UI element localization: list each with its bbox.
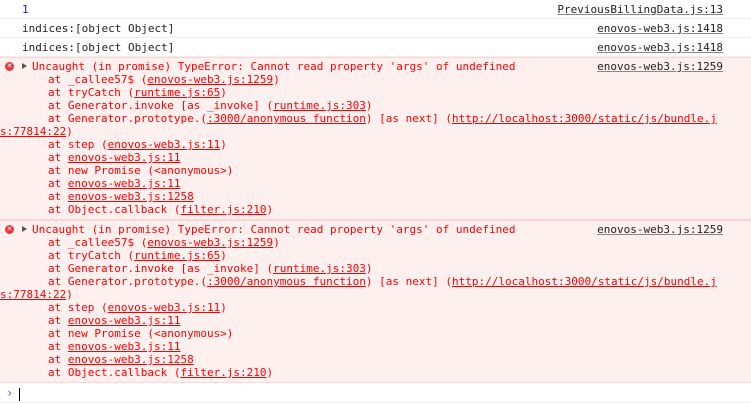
console-log-row: 1 PreviousBillingData.js:13	[0, 0, 751, 19]
stack-frame: at Object.callback (filter.js:210)	[48, 366, 274, 379]
stack-frame: at new Promise (<anonymous>)	[48, 164, 234, 177]
log-message: indices:[object Object]	[22, 22, 175, 35]
stack-frame: at new Promise (<anonymous>)	[48, 327, 234, 340]
stack-frame-link[interactable]: enovos-web3.js:11	[68, 151, 181, 164]
stack-frame-link[interactable]: s:77814:22	[0, 288, 66, 301]
prompt-chevron-icon: ›	[6, 386, 14, 400]
stack-frame: at Object.callback (filter.js:210)	[48, 203, 274, 216]
console-log-row: indices:[object Object] enovos-web3.js:1…	[0, 38, 751, 57]
stack-frame: at Generator.invoke [as _invoke] (runtim…	[48, 262, 373, 275]
stack-frame-link[interactable]: runtime.js:65	[134, 86, 220, 99]
error-icon: ✕	[5, 62, 14, 71]
stack-frame-link[interactable]: enovos-web3.js:1259	[147, 73, 273, 86]
expand-caret-icon[interactable]	[22, 226, 27, 232]
console-error-row: ✕ Uncaught (in promise) TypeError: Canno…	[0, 57, 751, 220]
stack-frame-link[interactable]: s:77814:22	[0, 125, 66, 138]
stack-frame-link[interactable]: enovos-web3.js:11	[68, 314, 181, 327]
console-error-row: ✕ Uncaught (in promise) TypeError: Canno…	[0, 220, 751, 383]
stack-frame-link[interactable]: enovos-web3.js:11	[108, 301, 221, 314]
source-link[interactable]: enovos-web3.js:1418	[597, 41, 723, 54]
source-link[interactable]: PreviousBillingData.js:13	[557, 3, 723, 16]
stack-frame: at enovos-web3.js:11	[48, 340, 181, 353]
stack-frame-link[interactable]: :3000/anonymous function	[207, 275, 366, 288]
log-message: 1	[22, 3, 29, 16]
stack-frame: at _callee57$ (enovos-web3.js:1259)	[48, 73, 280, 86]
stack-frame-link[interactable]: runtime.js:303	[273, 262, 366, 275]
log-message: indices:[object Object]	[22, 41, 175, 54]
stack-frame: at enovos-web3.js:11	[48, 314, 181, 327]
text-cursor	[19, 387, 21, 401]
stack-frame: at enovos-web3.js:11	[48, 151, 181, 164]
expand-caret-icon[interactable]	[22, 63, 27, 69]
stack-frame-link[interactable]: enovos-web3.js:11	[68, 177, 181, 190]
stack-frame-link[interactable]: runtime.js:65	[134, 249, 220, 262]
stack-frame-continuation: s:77814:22)	[0, 125, 73, 138]
stack-frame: at Generator.invoke [as _invoke] (runtim…	[48, 99, 373, 112]
stack-frame-link[interactable]: enovos-web3.js:1258	[68, 353, 194, 366]
stack-frame: at step (enovos-web3.js:11)	[48, 301, 227, 314]
stack-frame-link[interactable]: filter.js:210	[180, 366, 266, 379]
stack-frame-link[interactable]: runtime.js:303	[273, 99, 366, 112]
stack-frame: at tryCatch (runtime.js:65)	[48, 249, 227, 262]
error-icon: ✕	[5, 225, 14, 234]
stack-frame: at tryCatch (runtime.js:65)	[48, 86, 227, 99]
stack-frame: at step (enovos-web3.js:11)	[48, 138, 227, 151]
source-link[interactable]: enovos-web3.js:1259	[597, 60, 723, 73]
source-link[interactable]: enovos-web3.js:1418	[597, 22, 723, 35]
stack-frame: at enovos-web3.js:1258	[48, 190, 194, 203]
stack-frame-link[interactable]: http://localhost:3000/static/js/bundle.j	[452, 112, 717, 125]
console-prompt[interactable]: ›	[0, 383, 751, 403]
stack-frame-link[interactable]: enovos-web3.js:1258	[68, 190, 194, 203]
console-panel: 1 PreviousBillingData.js:13 indices:[obj…	[0, 0, 751, 403]
stack-frame-continuation: s:77814:22)	[0, 288, 73, 301]
stack-frame-link[interactable]: enovos-web3.js:1259	[147, 236, 273, 249]
stack-frame-link[interactable]: filter.js:210	[180, 203, 266, 216]
stack-frame: at enovos-web3.js:11	[48, 177, 181, 190]
stack-frame-link[interactable]: :3000/anonymous function	[207, 112, 366, 125]
stack-frame: at _callee57$ (enovos-web3.js:1259)	[48, 236, 280, 249]
stack-frame-link[interactable]: enovos-web3.js:11	[68, 340, 181, 353]
stack-frame: at Generator.prototype.(:3000/anonymous …	[48, 275, 717, 288]
source-link[interactable]: enovos-web3.js:1259	[597, 223, 723, 236]
console-log-row: indices:[object Object] enovos-web3.js:1…	[0, 19, 751, 38]
stack-frame-link[interactable]: enovos-web3.js:11	[108, 138, 221, 151]
stack-frame: at Generator.prototype.(:3000/anonymous …	[48, 112, 717, 125]
stack-frame: at enovos-web3.js:1258	[48, 353, 194, 366]
stack-frame-link[interactable]: http://localhost:3000/static/js/bundle.j	[452, 275, 717, 288]
